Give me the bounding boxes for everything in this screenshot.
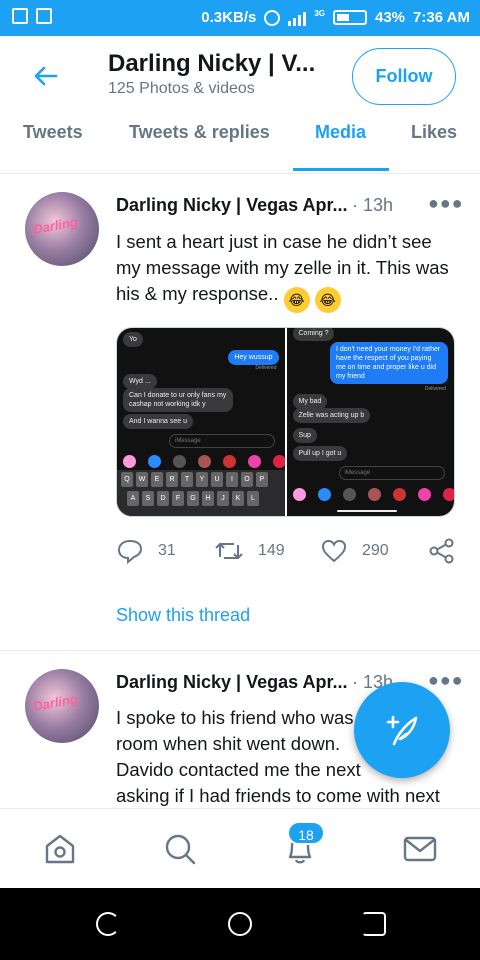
tab-tweets[interactable]: Tweets xyxy=(23,122,83,143)
keyboard-key: L xyxy=(247,491,259,506)
tweet-media[interactable]: Yo Hey wussup Delivered Wyd ... Can I do… xyxy=(116,327,455,517)
net-speed: 0.3KB/s xyxy=(201,9,257,26)
more-options-icon[interactable]: ●●● xyxy=(428,193,464,214)
avatar[interactable]: Darling xyxy=(25,192,99,266)
heart-icon xyxy=(321,539,347,563)
tweet-time: · 13h xyxy=(352,195,394,215)
show-thread-link[interactable]: Show this thread xyxy=(116,605,250,626)
system-navigation-bar xyxy=(0,888,480,960)
keyboard-key: I xyxy=(226,472,238,487)
reply-icon xyxy=(117,539,143,565)
like-button[interactable]: 290 xyxy=(320,537,389,565)
profile-name: Darling Nicky | V... xyxy=(108,50,316,77)
back-button-icon[interactable] xyxy=(362,912,386,936)
retweet-icon xyxy=(215,542,243,560)
messages-mail-icon[interactable] xyxy=(402,831,438,867)
compose-tweet-button[interactable] xyxy=(354,682,450,778)
retweet-count: 149 xyxy=(258,542,285,559)
dnd-icon xyxy=(264,9,281,26)
keyboard-key: S xyxy=(142,491,154,506)
compose-feather-icon xyxy=(386,715,418,746)
keyboard-key: R xyxy=(166,472,178,487)
keyboard-key: A xyxy=(127,491,139,506)
tweet-actions: 31 149 290 xyxy=(116,537,461,567)
tweet-author[interactable]: Darling Nicky | Vegas Apr... xyxy=(116,672,352,693)
cast-icon xyxy=(12,8,28,24)
bottom-navigation: 18 xyxy=(0,808,480,888)
laughing-emoji-icon: 😂 xyxy=(314,287,341,313)
recent-apps-icon[interactable] xyxy=(96,912,120,936)
keyboard-key: Q xyxy=(121,472,133,487)
tab-likes[interactable]: Likes xyxy=(411,122,457,143)
media-image-left[interactable]: Yo Hey wussup Delivered Wyd ... Can I do… xyxy=(117,328,285,516)
share-icon xyxy=(429,538,454,564)
notifications-badge: 18 xyxy=(287,821,325,845)
profile-header: Darling Nicky | V... 125 Photos & videos… xyxy=(0,36,480,116)
like-count: 290 xyxy=(362,542,389,559)
keyboard-key: E xyxy=(151,472,163,487)
keyboard-key: J xyxy=(217,491,229,506)
more-options-icon[interactable]: ●●● xyxy=(428,670,464,691)
media-count: 125 Photos & videos xyxy=(108,80,255,97)
keyboard-key: G xyxy=(187,491,199,506)
sim-icon xyxy=(36,8,52,24)
keyboard-key: H xyxy=(202,491,214,506)
search-icon[interactable] xyxy=(162,831,198,867)
status-bar: 0.3KB/s 3G 43% 7:36 AM xyxy=(0,0,480,36)
media-image-right[interactable]: Coming ? I don't need your money I'd rat… xyxy=(286,328,454,516)
back-arrow-icon[interactable] xyxy=(30,60,62,92)
home-icon[interactable] xyxy=(42,831,78,867)
reply-count: 31 xyxy=(158,542,176,559)
network-type: 3G xyxy=(314,9,325,18)
keyboard-key: Y xyxy=(196,472,208,487)
tab-tweets-replies[interactable]: Tweets & replies xyxy=(129,122,270,143)
tweet[interactable]: Darling Darling Nicky | Vegas Apr... · 1… xyxy=(0,175,480,651)
keyboard-key: U xyxy=(211,472,223,487)
reply-button[interactable]: 31 xyxy=(116,537,176,565)
tweet-text: I sent a heart just in case he didn’t se… xyxy=(116,229,461,313)
keyboard-key: K xyxy=(232,491,244,506)
share-button[interactable] xyxy=(428,537,456,565)
signal-icon xyxy=(288,10,307,26)
home-button-icon[interactable] xyxy=(228,912,252,936)
tab-media[interactable]: Media xyxy=(315,122,366,143)
retweet-button[interactable]: 149 xyxy=(214,537,285,565)
keyboard-key: D xyxy=(157,491,169,506)
keyboard-key: P xyxy=(256,472,268,487)
profile-tabs: Tweets Tweets & replies Media Likes xyxy=(0,116,480,174)
active-tab-indicator xyxy=(293,168,389,171)
keyboard: QWERTYUIOP ASDFGHJKL xyxy=(117,470,285,516)
keyboard-key: F xyxy=(172,491,184,506)
follow-button[interactable]: Follow xyxy=(352,48,456,105)
keyboard-key: T xyxy=(181,472,193,487)
keyboard-key: O xyxy=(241,472,253,487)
laughing-emoji-icon: 😂 xyxy=(283,287,310,313)
battery-percent: 43% xyxy=(375,9,406,26)
tweet-author[interactable]: Darling Nicky | Vegas Apr... xyxy=(116,195,352,216)
keyboard-key: W xyxy=(136,472,148,487)
clock: 7:36 AM xyxy=(413,9,470,26)
avatar[interactable]: Darling xyxy=(25,669,99,743)
battery-icon xyxy=(333,10,367,25)
